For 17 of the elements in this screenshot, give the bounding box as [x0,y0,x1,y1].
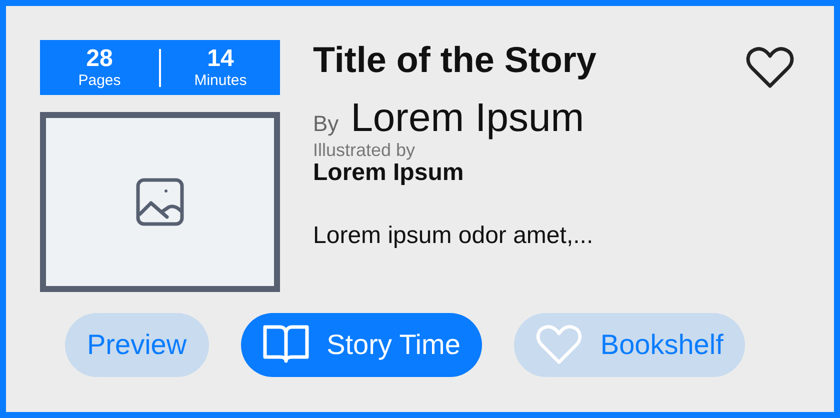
preview-button[interactable]: Preview [65,313,209,377]
stat-label: Pages [78,72,121,90]
illustrator-prefix: Illustrated by [313,140,416,160]
book-icon [262,325,309,365]
story-title: Title of the Story [313,40,596,80]
author-prefix: By [313,111,339,137]
favorite-button[interactable] [746,46,794,90]
stat-value: 14 [207,46,234,72]
author-name: Lorem Ipsum [350,96,584,140]
stat-label: Minutes [194,72,247,90]
stat-value: 28 [86,46,113,72]
bookshelf-button[interactable]: Bookshelf [514,313,746,377]
story-time-button[interactable]: Story Time [240,313,482,377]
image-icon [136,178,184,226]
heart-icon [536,324,582,366]
summary-text: Lorem ipsum odor amet,... [313,222,594,250]
illustrator-name: Lorem Ipsum [313,160,465,186]
